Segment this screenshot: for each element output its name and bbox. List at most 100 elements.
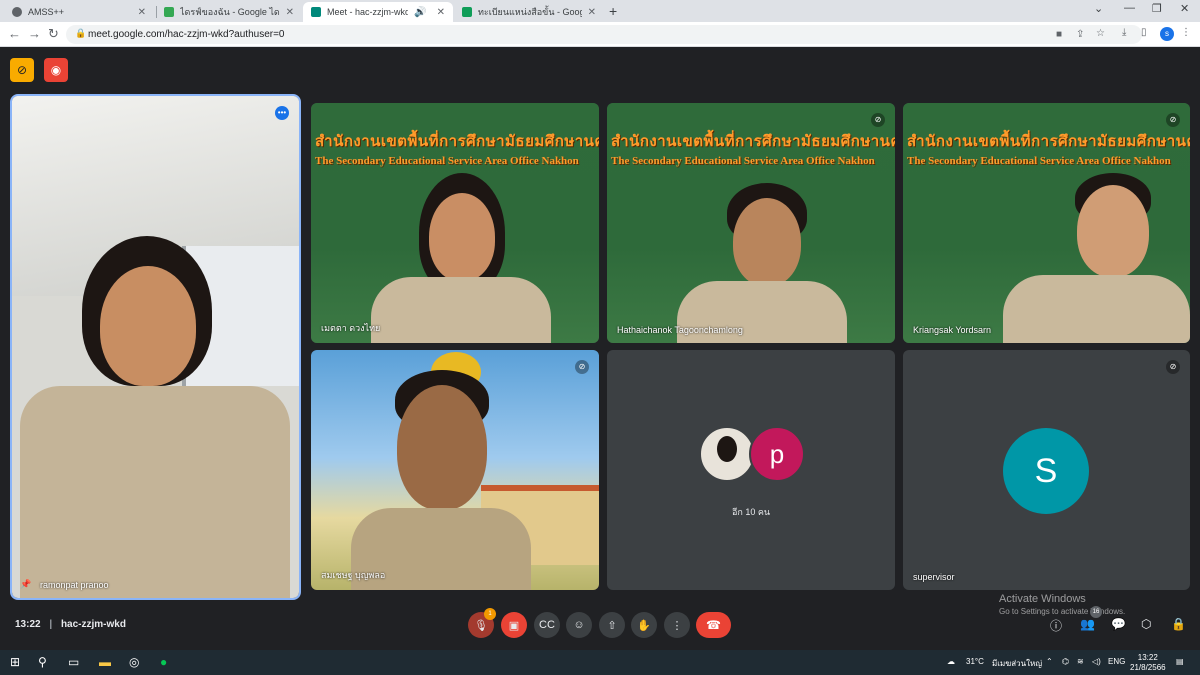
participant-tile[interactable]: สำนักงานเขตพื้นที่การศึกษามัธยมศึกษานครช… <box>311 103 599 343</box>
camera-icon[interactable]: ■ <box>1056 29 1062 40</box>
banner-english-text: The Secondary Educational Service Area O… <box>611 155 875 167</box>
participant-video <box>1003 173 1190 343</box>
address-bar: ← → ↻ 🔒 meet.google.com/hac-zzjm-wkd?aut… <box>0 22 1200 47</box>
present-button[interactable]: ⇧ <box>599 612 625 638</box>
new-tab-button[interactable]: + <box>609 3 617 19</box>
participant-name: Kriangsak Yordsarn <box>913 325 992 335</box>
captions-icon: CC <box>539 619 555 631</box>
reactions-button[interactable]: ☺ <box>566 612 592 638</box>
banner-thai-text: สำนักงานเขตพื้นที่การศึกษามัธยมศึกษานครช <box>907 133 1190 150</box>
globe-icon <box>12 7 22 17</box>
file-explorer-icon[interactable]: ▬ <box>99 655 111 669</box>
participants-count-badge: 16 <box>1090 606 1102 618</box>
profile-avatar[interactable]: s <box>1160 27 1174 41</box>
close-icon[interactable]: ✕ <box>138 7 146 18</box>
tab-title: AMSS++ <box>28 7 65 17</box>
notification-center-icon[interactable]: ▤ <box>1176 657 1184 666</box>
more-participants-label: อีก 10 คน <box>731 507 771 517</box>
chevron-up-icon[interactable]: ⌃ <box>1046 657 1053 666</box>
raise-hand-button[interactable]: ✋ <box>631 612 657 638</box>
chevron-down-icon[interactable]: ⌄ <box>1094 2 1103 15</box>
network-icon[interactable]: ⌬ <box>1062 657 1069 666</box>
google-sheets-icon <box>462 7 472 17</box>
weather-icon[interactable]: ☁ <box>947 657 955 666</box>
clock-time: 13:22 <box>1137 653 1158 662</box>
tab-title: Meet - hac-zzjm-wkd <box>327 7 409 17</box>
host-controls-icon[interactable]: 🔒 <box>1171 617 1186 631</box>
audio-level-icon: ••• <box>275 106 289 120</box>
camera-button[interactable]: ▣ <box>501 612 527 638</box>
meeting-controls-bar: 13:22 | hac-zzjm-wkd 🎙 1 ▣ CC ☺ ⇧ ✋ ⋮ ☎ … <box>0 600 1200 650</box>
back-arrow-icon[interactable]: ← <box>8 26 21 41</box>
participant-avatar: p <box>749 426 805 482</box>
speaker-icon[interactable]: 🔊 <box>414 7 426 18</box>
others-tile[interactable]: p อีก 10 คน <box>607 350 895 590</box>
windows-taskbar: ⊞ ⚲ ▭ ▬ ◎ ● ☁ 31°C มีเมฆส่วนใหญ่ ⌃ ⌬ ≋ ◁… <box>0 650 1200 675</box>
participant-name: supervisor <box>913 572 955 582</box>
more-options-button[interactable]: ⋮ <box>664 612 690 638</box>
forward-arrow-icon[interactable]: → <box>28 26 41 41</box>
side-panel-icon[interactable]: ▯ <box>1141 27 1147 38</box>
participant-avatar: S <box>1003 428 1089 514</box>
reload-icon[interactable]: ↻ <box>48 26 59 42</box>
captions-off-icon[interactable]: ⊘ <box>10 58 34 82</box>
search-icon[interactable]: ⚲ <box>38 655 47 669</box>
close-icon[interactable]: ✕ <box>437 7 445 18</box>
tab-amss[interactable]: AMSS++ ✕ <box>4 2 154 22</box>
windows-start-icon[interactable]: ⊞ <box>10 655 20 669</box>
minimize-button[interactable]: — <box>1124 2 1135 14</box>
activities-icon[interactable]: ⬡ <box>1141 617 1151 631</box>
close-icon[interactable]: ✕ <box>286 7 294 18</box>
chat-icon[interactable]: 💬 <box>1111 617 1126 631</box>
system-clock[interactable]: 13:22 21/8/2566 <box>1130 653 1166 673</box>
recording-icon[interactable]: ◉ <box>44 58 68 82</box>
leave-call-button[interactable]: ☎ <box>696 612 731 638</box>
participant-tile[interactable]: S supervisor ⊘ <box>903 350 1190 590</box>
line-app-icon[interactable]: ● <box>160 655 167 669</box>
tab-google-sheets[interactable]: ทะเบียนแหน่งสือขั้น - Google ชีต ✕ <box>454 2 604 22</box>
download-icon[interactable]: ⤓ <box>1122 27 1126 38</box>
participant-name: สมเชษฐ บุญพลอ <box>321 570 386 580</box>
browser-tab-bar: AMSS++ ✕ ไดรฟ์ของฉัน - Google ไดรฟ์ ✕ Me… <box>0 0 1200 22</box>
close-icon[interactable]: ✕ <box>588 7 596 18</box>
phone-hangup-icon: ☎ <box>706 618 721 632</box>
share-icon[interactable]: ⇪ <box>1076 29 1084 40</box>
participant-video <box>677 183 847 343</box>
participant-name: ramonpat pranoo <box>40 580 109 590</box>
url-omnibox[interactable]: 🔒 meet.google.com/hac-zzjm-wkd?authuser=… <box>66 25 1142 44</box>
tab-google-drive[interactable]: ไดรฟ์ของฉัน - Google ไดรฟ์ ✕ <box>156 2 302 22</box>
chrome-icon[interactable]: ◎ <box>129 655 139 669</box>
participant-tile-main[interactable]: ramonpat pranoo 📌 ••• <box>10 94 301 600</box>
present-screen-icon: ⇧ <box>607 619 617 632</box>
tab-title: ไดรฟ์ของฉัน - Google ไดรฟ์ <box>180 7 280 17</box>
tab-meet[interactable]: Meet - hac-zzjm-wkd 🔊 ✕ <box>303 2 453 22</box>
captions-button[interactable]: CC <box>534 612 560 638</box>
task-view-icon[interactable]: ▭ <box>68 655 79 669</box>
banner-thai-text: สำนักงานเขตพื้นที่การศึกษามัธยมศึกษานครช <box>611 133 895 150</box>
weather-text: มีเมฆส่วนใหญ่ <box>992 659 1043 668</box>
wifi-icon[interactable]: ≋ <box>1077 657 1084 666</box>
people-icon[interactable]: 👥 <box>1080 617 1095 631</box>
volume-icon[interactable]: ◁) <box>1092 657 1101 666</box>
banner-english-text: The Secondary Educational Service Area O… <box>315 155 579 167</box>
mic-off-icon: ⊘ <box>1166 113 1180 127</box>
notification-badge: 1 <box>484 608 496 620</box>
participant-name: เมตตา ดวงไทย <box>321 323 381 333</box>
input-language[interactable]: ENG <box>1108 657 1125 666</box>
banner-english-text: The Secondary Educational Service Area O… <box>907 155 1171 167</box>
participant-tile[interactable]: สำนักงานเขตพื้นที่การศึกษามัธยมศึกษานครช… <box>903 103 1190 343</box>
google-drive-icon <box>164 7 174 17</box>
participant-thumbnail <box>699 426 755 482</box>
temperature: 31°C <box>966 657 984 666</box>
lock-icon[interactable]: 🔒 <box>75 28 86 39</box>
close-window-button[interactable]: ✕ <box>1180 2 1189 15</box>
participant-tile[interactable]: สมเชษฐ บุญพลอ ⊘ <box>311 350 599 590</box>
meeting-info-icon[interactable]: ⓘ <box>1050 617 1062 634</box>
menu-dots-icon[interactable]: ⋮ <box>1181 27 1191 38</box>
camera-off-icon: ▣ <box>508 619 520 632</box>
participant-tile[interactable]: สำนักงานเขตพื้นที่การศึกษามัธยมศึกษานครช… <box>607 103 895 343</box>
bookmark-star-icon[interactable]: ☆ <box>1096 28 1105 39</box>
restore-button[interactable]: ❐ <box>1152 2 1162 15</box>
meet-stage: ⊘ ◉ ramonpat pranoo 📌 ••• สำนักงานเขตพื้… <box>0 48 1200 650</box>
pin-icon[interactable]: 📌 <box>20 579 31 590</box>
